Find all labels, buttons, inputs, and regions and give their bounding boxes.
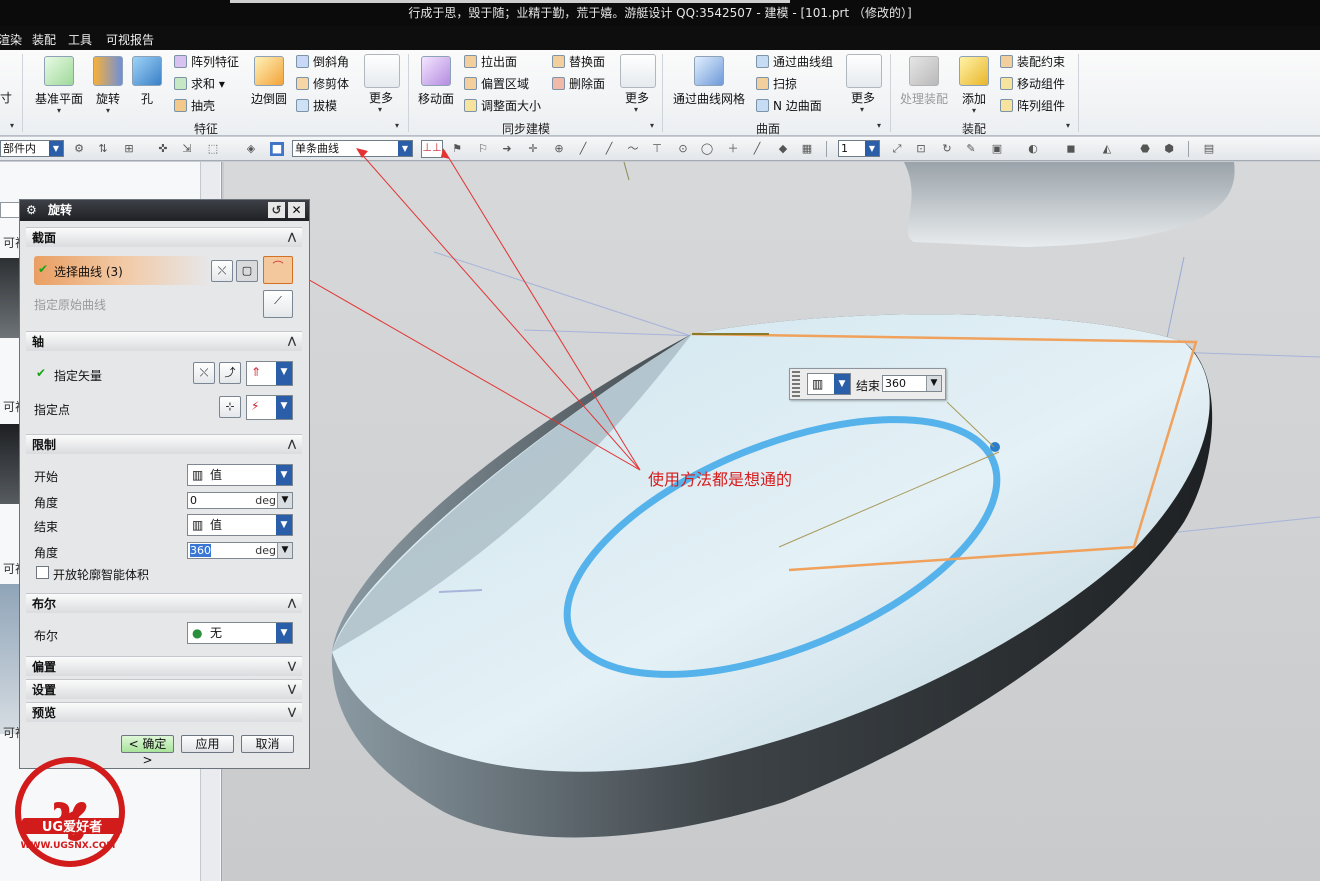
chevron-down-icon: ⋁ (287, 661, 297, 672)
point-dialog-icon[interactable]: ⊹ (219, 396, 241, 418)
chevron-down-icon: ▼ (834, 374, 850, 394)
gear-icon[interactable]: ⚙ (26, 200, 37, 221)
svg-text:WWW.UGSNX.COM: WWW.UGSNX.COM (21, 841, 116, 851)
revolve-dialog: ⚙ 旋转 ↺ ✕ 截面 ⋀ ✔ 选择曲线 (3) ⤬ ▢ ⌒ 指定原始曲线 ⟋ 轴… (19, 199, 310, 769)
value-icon: ▥ (192, 468, 204, 482)
select-curve-row[interactable]: ✔ 选择曲线 (3) (34, 256, 210, 285)
check-icon: ✔ (38, 262, 49, 276)
start-type-combo[interactable]: ▥ 值 ▼ (187, 464, 293, 486)
open-profile-label: 开放轮廓智能体积 (53, 568, 150, 582)
limit-type-combo[interactable]: ▥ ▼ (807, 373, 851, 395)
float-label: 结束 (856, 379, 881, 393)
vector-dialog-icon[interactable]: ⤴ (219, 362, 241, 384)
section-header[interactable]: 轴 ⋀ (26, 331, 302, 351)
chevron-down-icon: ▼ (276, 515, 292, 535)
vector-icon: ⇑ (251, 365, 262, 379)
chevron-down-icon: ⋁ (287, 707, 297, 718)
annotation-text: 使用方法都是想通的 (648, 470, 793, 489)
vector-type-combo[interactable]: ⇑ ▼ (246, 361, 293, 386)
cancel-button[interactable]: 取消 (241, 735, 294, 753)
end-label: 结束 (34, 520, 59, 534)
specify-vector-label: 指定矢量 (54, 369, 103, 383)
arrow-down-icon: ▼ (277, 493, 292, 508)
none-boolean-icon: ● (192, 626, 203, 640)
start-angle-input[interactable]: 0 deg ▼ (187, 492, 293, 509)
point-type-combo[interactable]: ⚡ ▼ (246, 395, 293, 420)
float-end-input[interactable]: 360 ▼ (882, 375, 942, 392)
section-header[interactable]: 布尔 ⋀ (26, 593, 302, 613)
boolean-label: 布尔 (34, 629, 59, 643)
section-header[interactable]: 限制 ⋀ (26, 434, 302, 454)
value-icon: ▥ (812, 377, 824, 391)
end-angle-handle-box[interactable]: ▥ ▼ 结束 360 ▼ (789, 368, 946, 400)
boolean-combo[interactable]: ● 无 ▼ (187, 622, 293, 644)
ugsnx-watermark: ϗ UG爱好者 WWW.UGSNX.COM (2, 748, 152, 878)
section-header[interactable]: 偏置 ⋁ (26, 656, 302, 676)
end-angle-label: 角度 (34, 546, 59, 560)
grip-handle[interactable] (792, 371, 800, 397)
curve-select-icon[interactable]: ⌒ (263, 256, 293, 284)
section-header[interactable]: 预览 ⋁ (26, 702, 302, 722)
chevron-up-icon: ⋀ (287, 598, 297, 609)
arrow-down-icon: ▼ (277, 543, 292, 558)
end-type-combo[interactable]: ▥ 值 ▼ (187, 514, 293, 536)
dialog-title: 旋转 (48, 203, 73, 217)
reverse-direction-icon[interactable]: ⤬ (193, 362, 215, 384)
watermark-logo: ϗ UG爱好者 WWW.UGSNX.COM (15, 757, 125, 867)
chevron-down-icon: ▼ (276, 362, 292, 385)
curve-rule-icon[interactable]: ⤬ (211, 260, 233, 282)
end-angle-input[interactable]: 360 deg ▼ (187, 542, 293, 559)
chevron-down-icon: ▼ (276, 396, 292, 419)
reset-icon[interactable]: ↺ (268, 202, 285, 218)
chevron-down-icon: ⋁ (287, 684, 297, 695)
start-angle-label: 角度 (34, 496, 59, 510)
svg-text:UG爱好者: UG爱好者 (42, 819, 102, 835)
open-profile-checkbox[interactable] (36, 566, 49, 579)
dialog-title-bar[interactable]: ⚙ 旋转 ↺ ✕ (20, 200, 309, 221)
chevron-down-icon: ▼ (276, 623, 292, 643)
chevron-up-icon: ⋀ (287, 336, 297, 347)
point-icon: ⚡ (251, 399, 260, 413)
value-icon: ▥ (192, 518, 204, 532)
chevron-up-icon: ⋀ (287, 439, 297, 450)
section-header[interactable]: 设置 ⋁ (26, 679, 302, 699)
section-header[interactable]: 截面 ⋀ (26, 227, 302, 247)
origin-curve-label: 指定原始曲线 (34, 298, 107, 312)
sketch-icon[interactable]: ▢ (236, 260, 258, 282)
chevron-down-icon: ▼ (276, 465, 292, 485)
start-label: 开始 (34, 470, 59, 484)
origin-curve-icon[interactable]: ⟋ (263, 290, 293, 318)
check-icon: ✔ (36, 366, 47, 380)
apply-button[interactable]: 应用 (181, 735, 234, 753)
chevron-up-icon: ⋀ (287, 232, 297, 243)
arrow-down-icon: ▼ (926, 376, 941, 391)
specify-point-label: 指定点 (34, 403, 71, 417)
close-icon[interactable]: ✕ (288, 202, 305, 218)
select-curve-label: 选择曲线 (3) (54, 265, 123, 279)
